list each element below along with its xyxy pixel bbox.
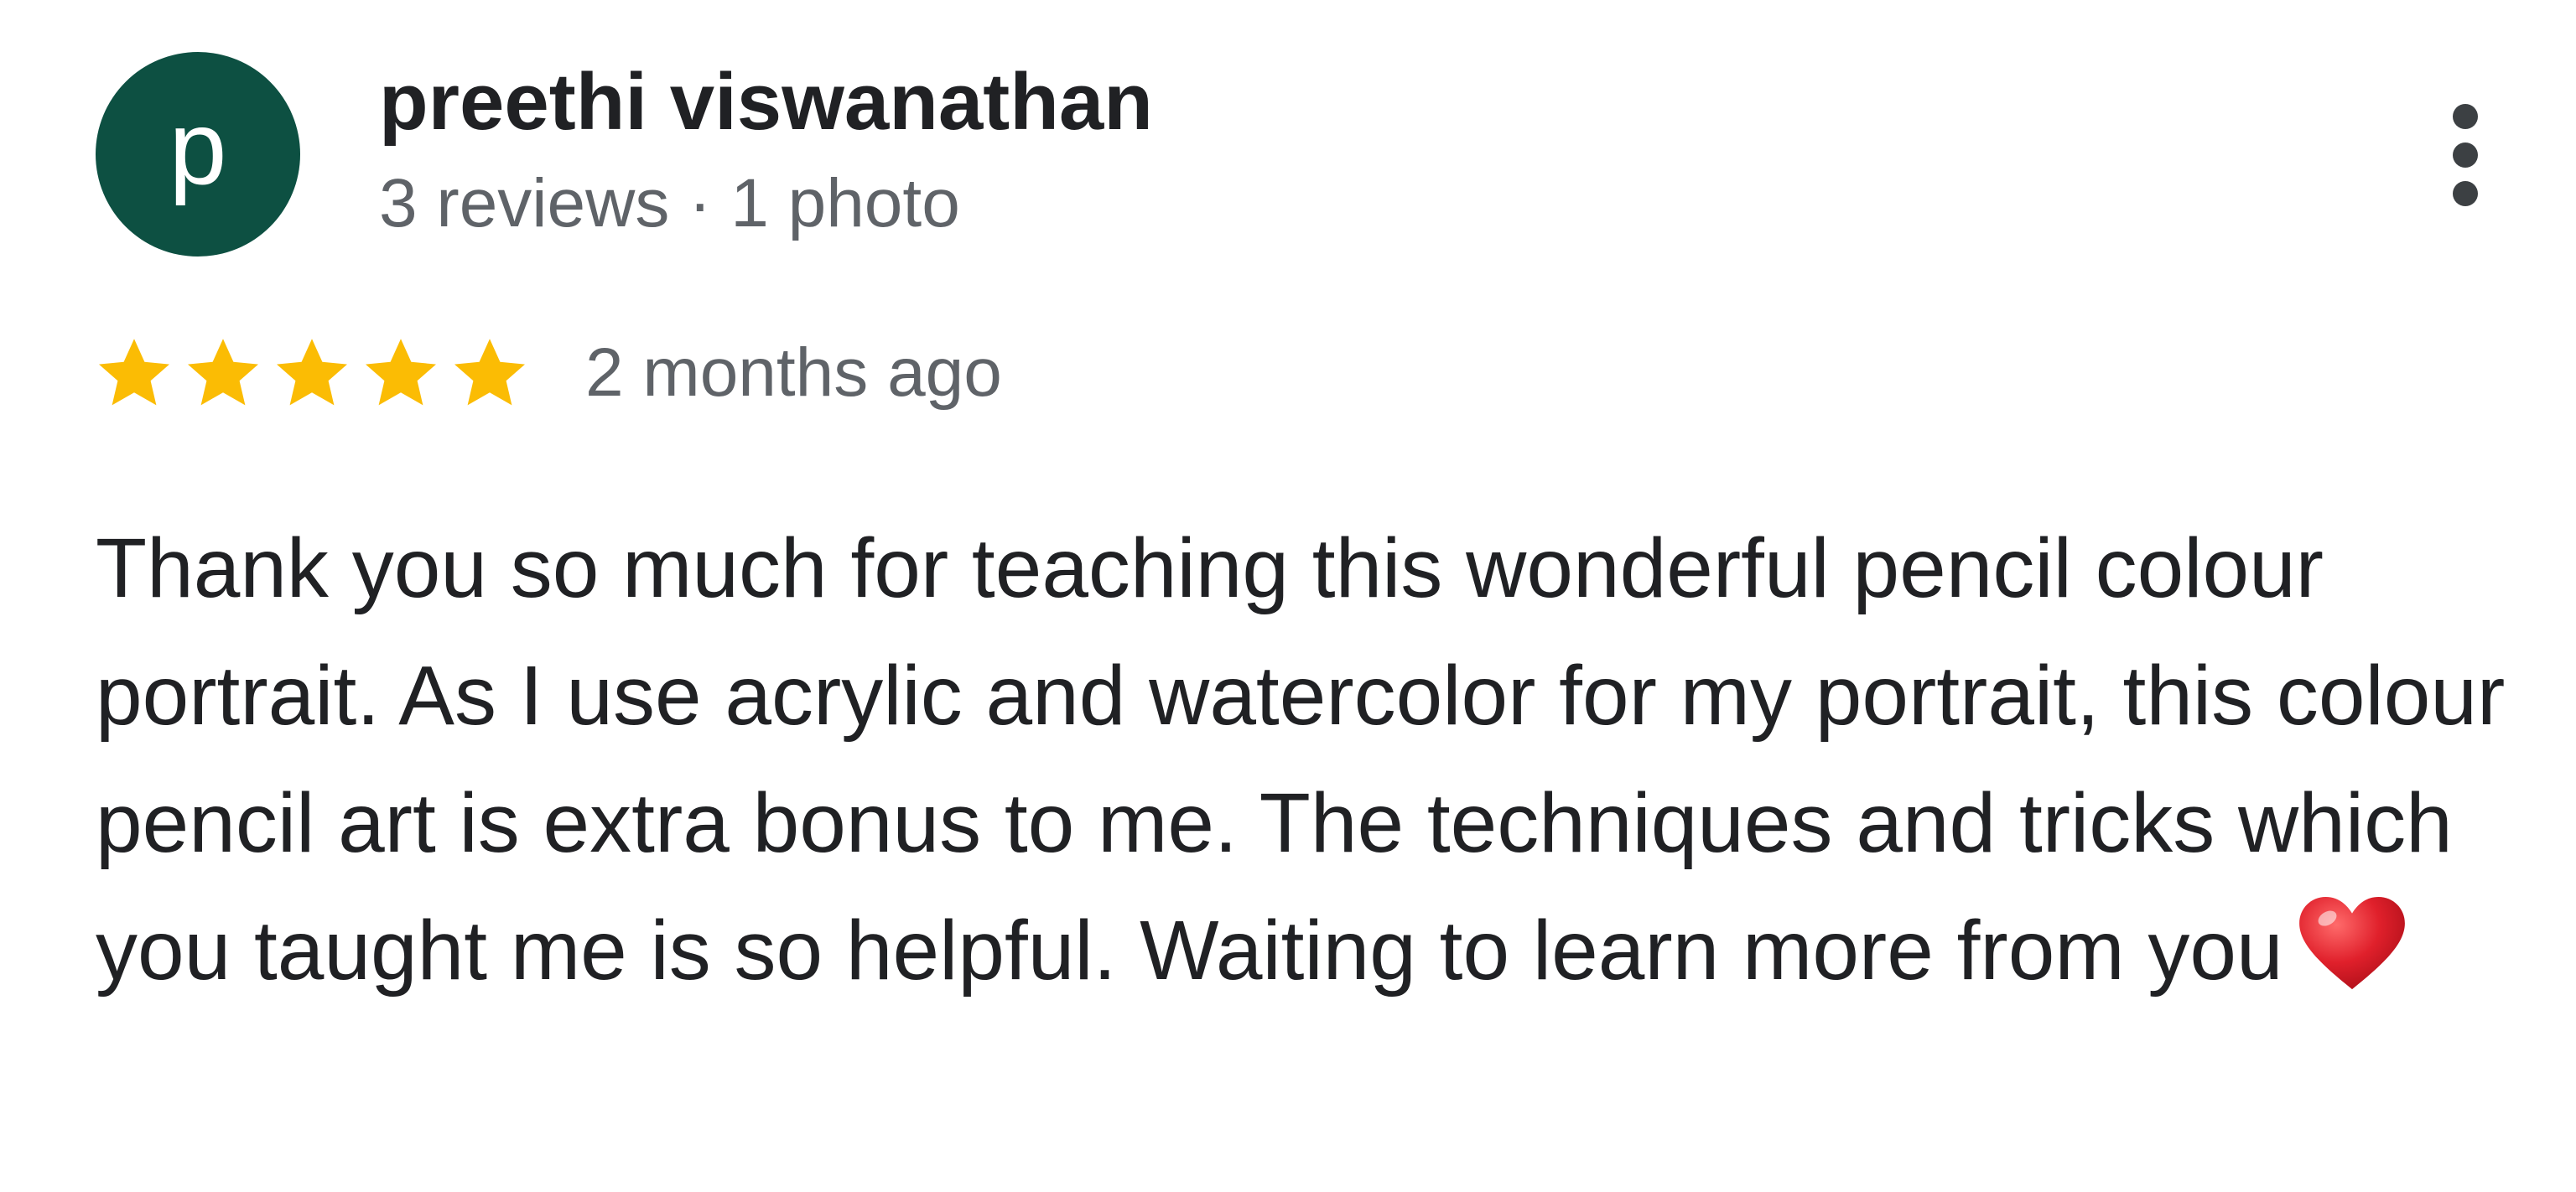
reviewer-avatar[interactable]: p	[96, 52, 300, 257]
star-icon	[94, 333, 174, 413]
star-rating	[94, 333, 538, 413]
reviewer-meta: 3 reviews · 1 photo	[379, 165, 960, 241]
star-icon	[272, 333, 352, 413]
more-vert-icon-dot-top	[2453, 104, 2478, 129]
review-date: 2 months ago	[585, 334, 1002, 411]
review-body: Thank you so much for teaching this wond…	[96, 521, 2506, 998]
avatar-letter: p	[169, 91, 227, 206]
review-text: Thank you so much for teaching this wond…	[96, 505, 2527, 1014]
more-vert-icon-dot-middle	[2453, 143, 2478, 168]
star-icon	[449, 333, 530, 413]
reviewer-name[interactable]: preethi viswanathan	[379, 52, 1153, 153]
rating-row: 2 months ago	[94, 327, 1002, 419]
review-card: p preethi viswanathan 3 reviews · 1 phot…	[0, 0, 2576, 1192]
more-options-button[interactable]	[2415, 92, 2516, 218]
star-icon	[361, 333, 441, 413]
more-vert-icon-dot-bottom	[2453, 181, 2478, 206]
heart-icon	[2298, 897, 2406, 992]
star-icon	[183, 333, 263, 413]
